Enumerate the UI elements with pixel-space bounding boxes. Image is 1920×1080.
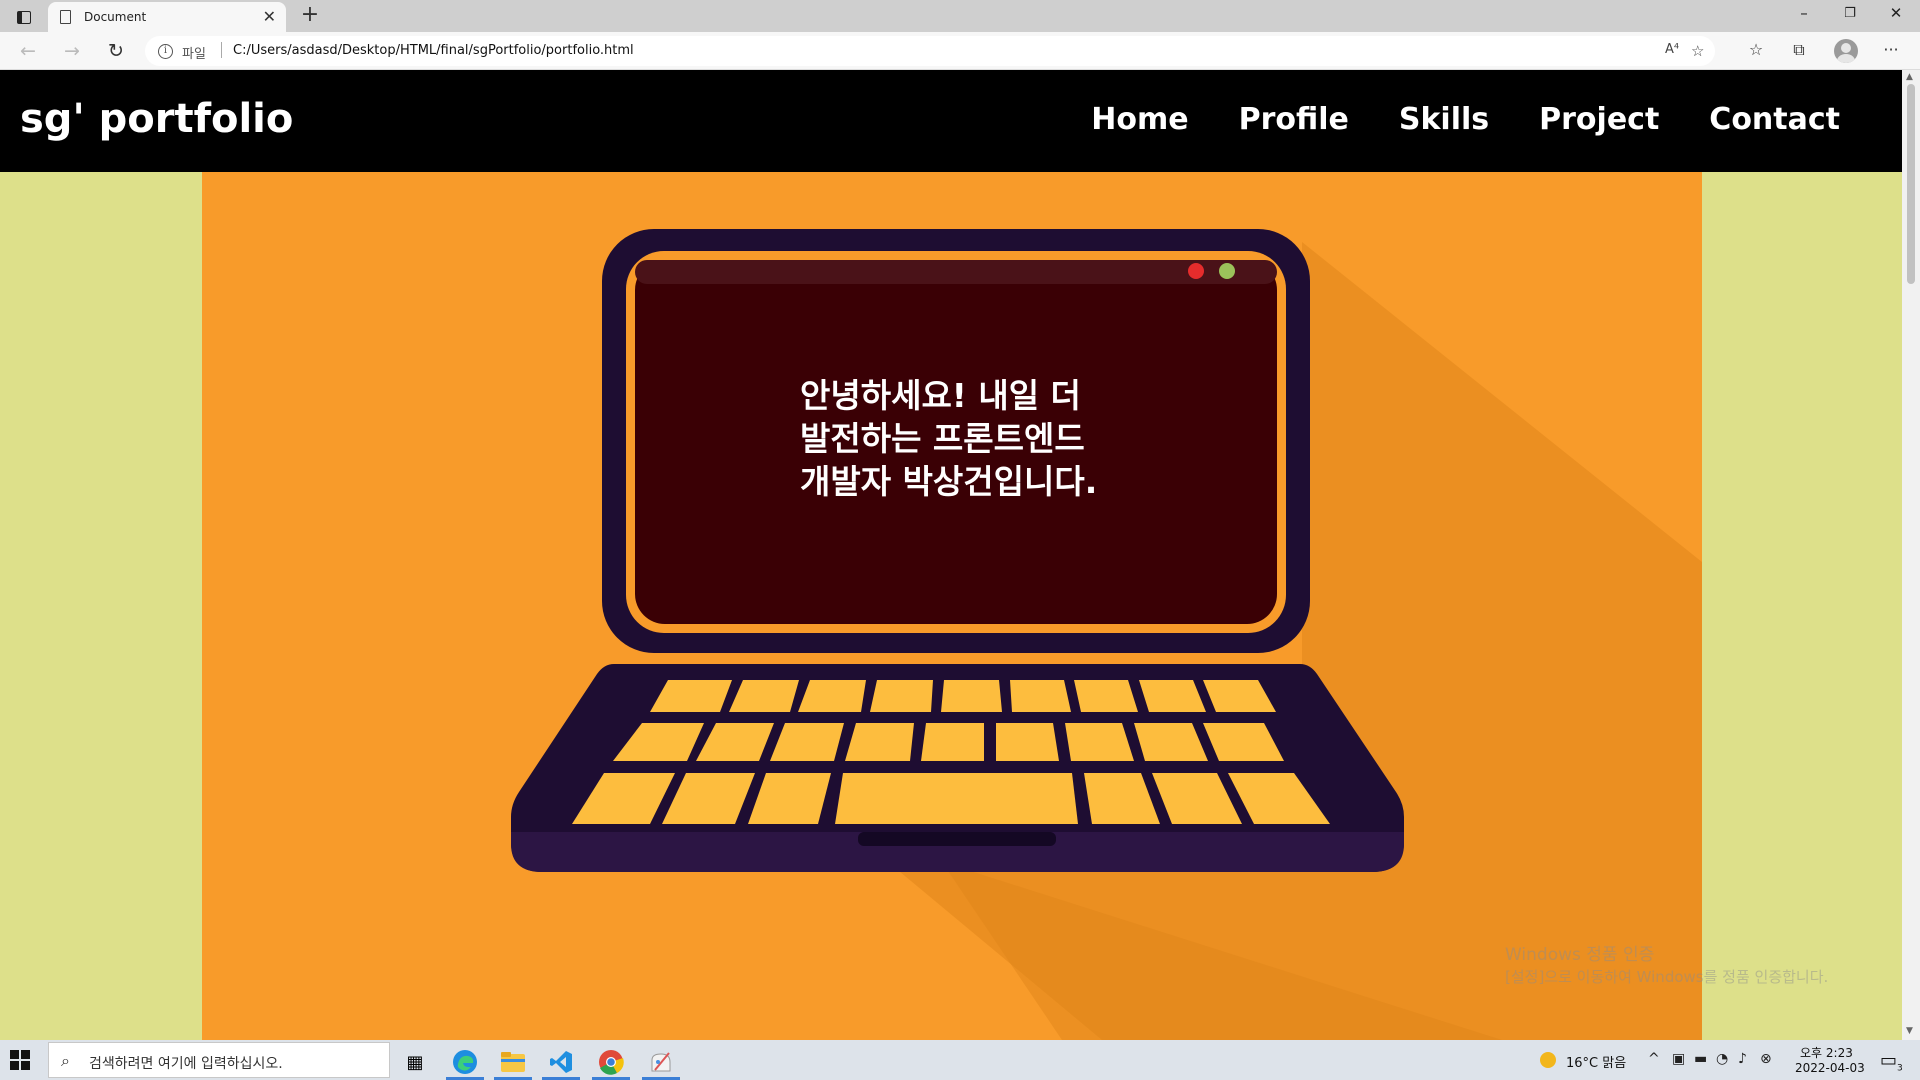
browser-toolbar: ← → ↻ i 파일 C:/Users/asdasd/Desktop/HTML/… (0, 32, 1920, 70)
clock-date[interactable]: 2022-04-03 (1795, 1061, 1865, 1075)
task-view-icon[interactable]: ▦ (392, 1044, 438, 1080)
forward-button[interactable]: → (58, 38, 86, 64)
profile-avatar[interactable] (1834, 39, 1858, 63)
paint-app-icon[interactable] (638, 1044, 684, 1080)
restore-button[interactable]: ❐ (1830, 6, 1870, 21)
windows-taskbar: ⌕ 검색하려면 여기에 입력하십시오. ▦ 16°C 맑음 ^ ▣ ▬ ◔ ♪ … (0, 1040, 1920, 1080)
site-header: sg' portfolio Home Profile Skills Projec… (0, 70, 1902, 172)
hero-line: 발전하는 프론트엔드 (800, 419, 1085, 458)
weather-sun-icon[interactable] (1540, 1052, 1556, 1068)
tab-actions-icon (17, 10, 31, 24)
read-aloud-icon[interactable]: A⁴ (1665, 42, 1679, 57)
nav-profile[interactable]: Profile (1239, 102, 1349, 137)
scroll-down-icon[interactable]: ▼ (1906, 1026, 1913, 1036)
laptop-illustration (511, 229, 1702, 1040)
tab-actions-button[interactable] (10, 6, 38, 28)
clock-time[interactable]: 오후 2:23 (1800, 1044, 1853, 1061)
minimize-button[interactable]: – (1784, 4, 1824, 22)
tab-close-button[interactable]: ✕ (263, 7, 276, 26)
edge-app-icon[interactable] (442, 1044, 488, 1080)
hero-greeting: 안녕하세요! 내일 더 발전하는 프론트엔드 개발자 박상건입니다. (800, 374, 1140, 503)
search-icon: ⌕ (61, 1051, 70, 1070)
hero-line: 개발자 박상건입니다. (800, 462, 1098, 501)
ime-icon[interactable]: ⊗ (1760, 1051, 1772, 1067)
scroll-up-icon[interactable]: ▲ (1906, 72, 1913, 82)
tab-strip: Document ✕ + – ❐ ✕ (0, 0, 1920, 32)
add-favorite-icon[interactable]: ☆ (1691, 42, 1704, 60)
hero-section: 안녕하세요! 내일 더 발전하는 프론트엔드 개발자 박상건입니다. (202, 172, 1702, 1040)
nav-skills[interactable]: Skills (1399, 102, 1489, 137)
more-menu-icon[interactable]: ··· (1878, 40, 1904, 59)
battery-icon[interactable]: ▬ (1694, 1051, 1707, 1067)
favorites-icon[interactable]: ☆ (1743, 40, 1769, 59)
volume-icon[interactable]: ♪ (1738, 1051, 1747, 1067)
close-window-button[interactable]: ✕ (1876, 4, 1916, 22)
page-scrollbar[interactable]: ▲ ▼ (1902, 70, 1920, 1040)
tab-title: Document (84, 10, 147, 24)
vscode-icon[interactable] (538, 1044, 584, 1080)
taskbar-search-box[interactable]: ⌕ 검색하려면 여기에 입력하십시오. (48, 1042, 390, 1078)
watermark-subtitle: [설정]으로 이동하여 Windows를 정품 인증합니다. (1505, 968, 1829, 986)
page-favicon-icon (60, 10, 71, 24)
start-button[interactable] (10, 1050, 30, 1070)
back-button[interactable]: ← (14, 38, 42, 64)
tray-app-icon[interactable]: ▣ (1672, 1051, 1685, 1067)
browser-tab[interactable]: Document ✕ (48, 2, 286, 32)
address-url[interactable]: C:/Users/asdasd/Desktop/HTML/final/sgPor… (233, 43, 634, 58)
nav-project[interactable]: Project (1539, 102, 1659, 137)
chrome-icon[interactable] (588, 1044, 634, 1080)
notification-center-icon[interactable]: ▭3 (1880, 1050, 1903, 1074)
hero-line: 안녕하세요! 내일 더 (800, 376, 1081, 415)
site-nav: Home Profile Skills Project Contact (1091, 102, 1840, 137)
windows-activation-watermark: Windows 정품 인증 [설정]으로 이동하여 Windows를 정품 인증… (1505, 944, 1828, 988)
address-scheme-label: 파일 (182, 47, 206, 62)
tray-overflow-icon[interactable]: ^ (1648, 1051, 1660, 1067)
network-icon[interactable]: ◔ (1716, 1051, 1728, 1067)
new-tab-button[interactable]: + (296, 2, 324, 27)
collections-icon[interactable]: ⧉ (1786, 40, 1812, 60)
notification-count: 3 (1897, 1063, 1903, 1074)
address-bar[interactable]: i 파일 C:/Users/asdasd/Desktop/HTML/final/… (145, 36, 1715, 66)
search-placeholder: 검색하려면 여기에 입력하십시오. (89, 1056, 283, 1072)
scroll-thumb[interactable] (1907, 84, 1915, 284)
weather-text[interactable]: 16°C 맑음 (1566, 1052, 1626, 1071)
site-logo[interactable]: sg' portfolio (20, 96, 293, 142)
info-icon[interactable]: i (158, 44, 173, 59)
refresh-button[interactable]: ↻ (102, 38, 130, 64)
file-explorer-icon[interactable] (490, 1044, 536, 1080)
nav-contact[interactable]: Contact (1709, 102, 1840, 137)
nav-home[interactable]: Home (1091, 102, 1188, 137)
address-separator (221, 42, 222, 58)
watermark-title: Windows 정품 인증 (1505, 945, 1655, 965)
